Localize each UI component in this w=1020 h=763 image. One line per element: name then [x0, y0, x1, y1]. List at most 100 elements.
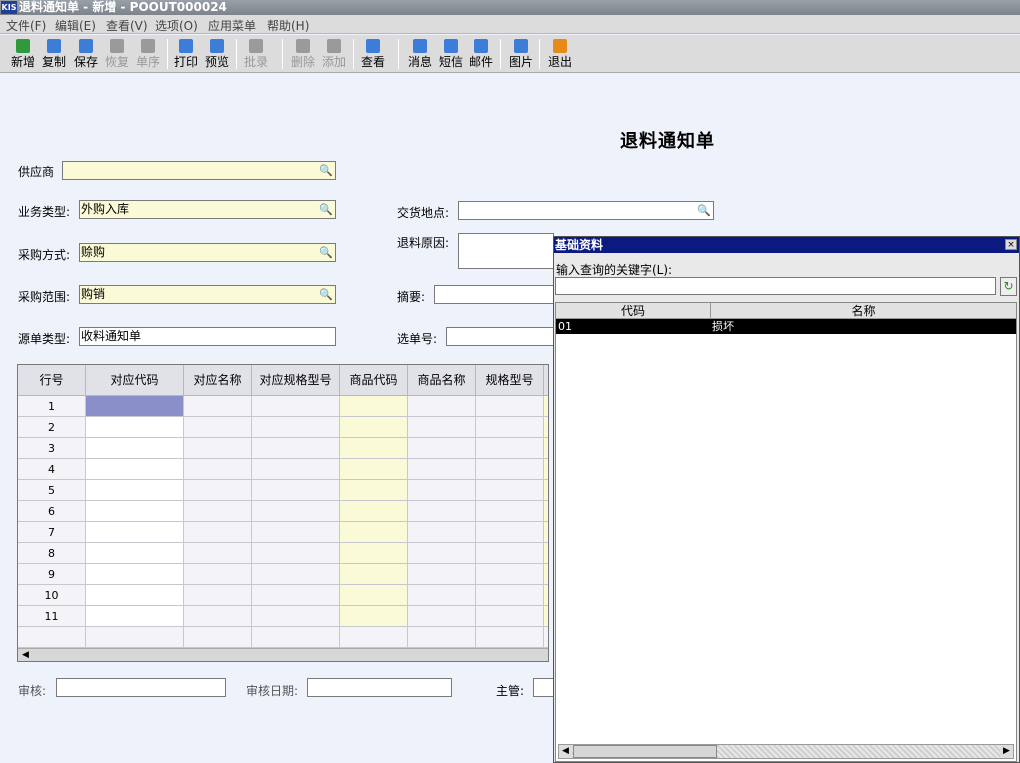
- grid-cell[interactable]: [184, 585, 252, 606]
- grid-cell[interactable]: [476, 606, 544, 627]
- grid-cell[interactable]: [184, 438, 252, 459]
- lookup-icon[interactable]: 🔍: [318, 202, 334, 217]
- grid-cell[interactable]: [544, 627, 548, 648]
- grid-cell[interactable]: [544, 438, 548, 459]
- grid-cell[interactable]: [184, 501, 252, 522]
- toolbar-button-8[interactable]: 删除: [289, 37, 317, 71]
- grid-cell[interactable]: [476, 459, 544, 480]
- grid-cell[interactable]: [476, 501, 544, 522]
- grid-header[interactable]: 行号: [18, 365, 86, 396]
- grid-cell[interactable]: [86, 564, 184, 585]
- refresh-icon[interactable]: ↻: [1000, 277, 1017, 296]
- scrollbar-thumb[interactable]: [573, 745, 717, 758]
- grid-cell[interactable]: [86, 459, 184, 480]
- grid-cell[interactable]: [340, 417, 408, 438]
- grid-cell[interactable]: [340, 480, 408, 501]
- grid-cell[interactable]: [476, 585, 544, 606]
- grid-cell[interactable]: [184, 459, 252, 480]
- grid-header[interactable]: 对应代码: [86, 365, 184, 396]
- grid-cell[interactable]: [408, 627, 476, 648]
- grid-cell[interactable]: [340, 501, 408, 522]
- toolbar-button-12[interactable]: 短信: [437, 37, 465, 71]
- grid-cell[interactable]: [340, 564, 408, 585]
- toolbar-button-6[interactable]: 预览: [203, 37, 231, 71]
- close-icon[interactable]: ×: [1005, 239, 1017, 250]
- grid-cell[interactable]: [408, 501, 476, 522]
- grid-header[interactable]: 对应规格型号: [252, 365, 340, 396]
- grid-cell[interactable]: [18, 627, 86, 648]
- grid-cell[interactable]: [408, 522, 476, 543]
- grid-cell[interactable]: [544, 501, 548, 522]
- toolbar-button-4[interactable]: 单序: [134, 37, 162, 71]
- toolbar-button-3[interactable]: 恢复: [103, 37, 131, 71]
- grid-cell[interactable]: [408, 417, 476, 438]
- grid-cell[interactable]: [86, 417, 184, 438]
- grid-cell[interactable]: [252, 417, 340, 438]
- grid-cell[interactable]: [340, 606, 408, 627]
- grid-cell[interactable]: [252, 522, 340, 543]
- grid-cell[interactable]: [476, 438, 544, 459]
- source-type-field[interactable]: 收料通知单: [79, 327, 336, 346]
- purchase-scope-field[interactable]: 购销 🔍: [79, 285, 336, 304]
- toolbar-button-11[interactable]: 消息: [406, 37, 434, 71]
- grid-cell[interactable]: [408, 585, 476, 606]
- grid-cell[interactable]: [252, 627, 340, 648]
- grid-cell[interactable]: [252, 585, 340, 606]
- toolbar-button-7[interactable]: 批录: [242, 37, 270, 71]
- toolbar-button-10[interactable]: 查看: [359, 37, 387, 71]
- grid-cell[interactable]: [86, 480, 184, 501]
- grid-cell[interactable]: [476, 627, 544, 648]
- grid-cell[interactable]: [544, 417, 548, 438]
- manager-field[interactable]: [533, 678, 554, 697]
- grid-cell[interactable]: [184, 480, 252, 501]
- audit-date-field[interactable]: [307, 678, 452, 697]
- grid-cell[interactable]: [86, 606, 184, 627]
- grid-cell[interactable]: [408, 480, 476, 501]
- menu-help[interactable]: 帮助(H): [267, 17, 309, 34]
- scroll-left-icon[interactable]: ◀: [19, 649, 32, 661]
- grid-cell[interactable]: [86, 585, 184, 606]
- select-no-field[interactable]: [446, 327, 554, 346]
- summary-field[interactable]: [434, 285, 554, 304]
- menu-file[interactable]: 文件(F): [6, 17, 46, 34]
- popup-col-name[interactable]: 名称: [711, 303, 1016, 319]
- toolbar-button-0[interactable]: 新增: [9, 37, 37, 71]
- grid-cell[interactable]: [184, 543, 252, 564]
- grid-cell[interactable]: [184, 564, 252, 585]
- grid-cell[interactable]: [476, 522, 544, 543]
- grid-cell[interactable]: [408, 438, 476, 459]
- grid-cell[interactable]: [544, 459, 548, 480]
- grid-cell[interactable]: [544, 606, 548, 627]
- grid-cell[interactable]: [476, 417, 544, 438]
- grid-cell[interactable]: [340, 585, 408, 606]
- return-reason-field[interactable]: [458, 233, 554, 269]
- grid-cell[interactable]: [476, 396, 544, 417]
- toolbar-button-5[interactable]: 打印: [172, 37, 200, 71]
- menu-view[interactable]: 查看(V): [106, 17, 148, 34]
- grid-cell[interactable]: [544, 396, 548, 417]
- grid-cell[interactable]: [340, 459, 408, 480]
- toolbar-button-1[interactable]: 复制: [40, 37, 68, 71]
- lookup-icon[interactable]: 🔍: [696, 203, 712, 218]
- grid-cell[interactable]: [86, 396, 184, 417]
- grid-cell[interactable]: [408, 606, 476, 627]
- toolbar-button-13[interactable]: 邮件: [467, 37, 495, 71]
- grid-cell[interactable]: [86, 627, 184, 648]
- grid-header[interactable]: 商品代码: [340, 365, 408, 396]
- delivery-place-field[interactable]: 🔍: [458, 201, 714, 220]
- grid-cell[interactable]: [544, 522, 548, 543]
- auditor-field[interactable]: [56, 678, 226, 697]
- grid-cell[interactable]: [340, 396, 408, 417]
- grid-cell[interactable]: [544, 585, 548, 606]
- toolbar-button-2[interactable]: 保存: [72, 37, 100, 71]
- grid-cell[interactable]: [252, 606, 340, 627]
- grid-cell[interactable]: [252, 396, 340, 417]
- grid-cell[interactable]: [86, 543, 184, 564]
- grid-cell[interactable]: [252, 459, 340, 480]
- lookup-icon[interactable]: 🔍: [318, 245, 334, 260]
- scroll-left-icon[interactable]: ◀: [559, 745, 572, 758]
- toolbar-button-9[interactable]: 添加: [320, 37, 348, 71]
- popup-list-row[interactable]: 01 损坏: [556, 319, 1016, 334]
- grid-cell[interactable]: [184, 627, 252, 648]
- purchase-method-field[interactable]: 赊购 🔍: [79, 243, 336, 262]
